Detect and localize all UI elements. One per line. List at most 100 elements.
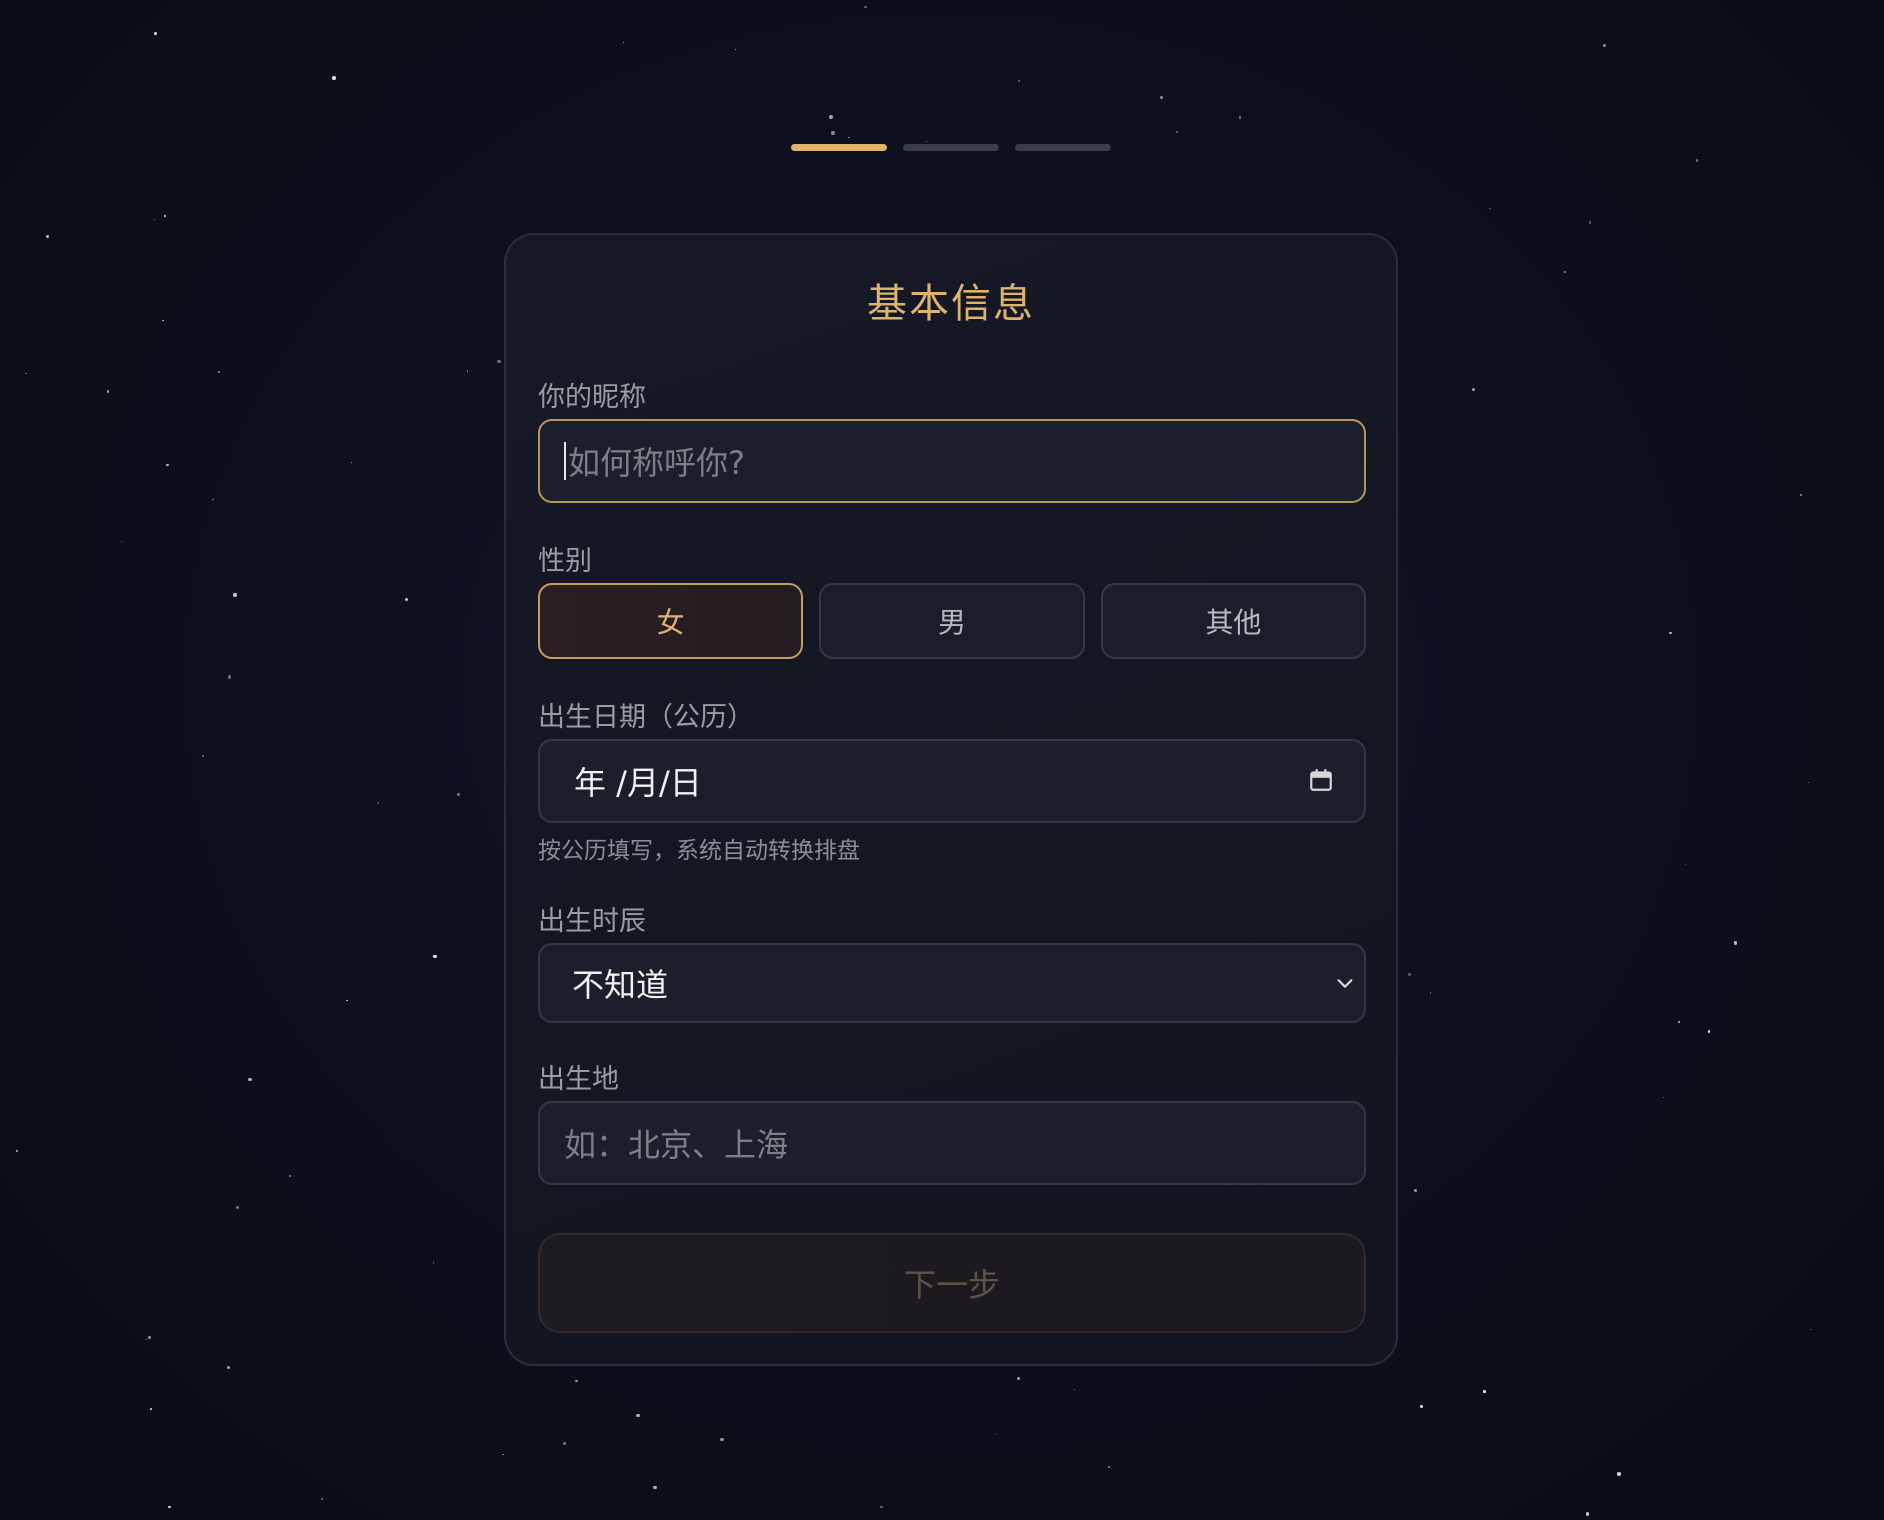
star <box>1707 1030 1711 1033</box>
calendar-icon[interactable] <box>1308 767 1334 793</box>
star <box>106 390 110 393</box>
star <box>1588 221 1592 224</box>
star <box>168 1505 171 1509</box>
birth-hour-value: 不知道 <box>572 966 669 1004</box>
star <box>467 370 469 372</box>
star <box>25 372 27 375</box>
text-caret <box>564 442 566 480</box>
star <box>457 793 460 797</box>
star <box>120 540 123 543</box>
star <box>848 137 850 139</box>
star <box>1733 941 1738 945</box>
star <box>1603 44 1607 47</box>
star <box>1489 207 1491 210</box>
next-step-button[interactable]: 下一步 <box>538 1233 1366 1333</box>
star <box>1414 1189 1417 1192</box>
star <box>1159 95 1163 99</box>
star <box>863 5 867 9</box>
star <box>653 1485 657 1490</box>
card-title: 基本信息 <box>867 281 1035 327</box>
star <box>1238 116 1242 119</box>
star <box>636 1414 640 1418</box>
star <box>15 1149 19 1152</box>
star <box>925 141 927 143</box>
birth-hour-label: 出生时辰 <box>538 906 646 937</box>
star <box>164 215 167 218</box>
birth-place-input[interactable]: 如：北京、上海 <box>538 1101 1366 1185</box>
star <box>289 1174 292 1177</box>
star <box>377 802 379 805</box>
birth-place-label: 出生地 <box>538 1064 619 1095</box>
star <box>1017 1377 1020 1380</box>
gender-selector: 女 男 其他 <box>538 583 1366 659</box>
star <box>248 1077 253 1082</box>
star <box>1564 271 1567 274</box>
star <box>1420 1405 1423 1408</box>
star <box>166 463 169 467</box>
star <box>235 1205 240 1210</box>
star <box>145 1339 147 1341</box>
star <box>1108 1466 1111 1469</box>
star <box>1669 631 1672 635</box>
star <box>148 1335 151 1339</box>
gender-label: 性别 <box>538 546 592 577</box>
chevron-down-icon <box>1337 979 1353 988</box>
step-progress <box>791 144 1111 151</box>
star <box>432 1262 435 1264</box>
gender-option-male[interactable]: 男 <box>819 583 1085 659</box>
star <box>720 1437 724 1442</box>
gender-option-female[interactable]: 女 <box>538 583 804 659</box>
star <box>1408 973 1411 976</box>
star <box>150 1407 152 1410</box>
star <box>502 1453 504 1455</box>
star <box>1696 159 1699 162</box>
star <box>217 370 220 374</box>
star <box>831 131 835 135</box>
star <box>1483 1390 1486 1394</box>
star <box>1585 1512 1590 1516</box>
star <box>405 598 409 602</box>
star <box>1662 1097 1664 1099</box>
star <box>227 675 232 680</box>
star <box>994 1433 997 1435</box>
star <box>879 1505 883 1509</box>
star <box>1617 1471 1621 1476</box>
progress-step-3 <box>1015 144 1111 151</box>
star <box>233 593 237 597</box>
star <box>622 41 624 43</box>
star <box>1175 131 1178 134</box>
star <box>201 754 205 757</box>
progress-step-1 <box>791 144 887 151</box>
star <box>1018 79 1021 83</box>
birth-hour-select[interactable]: 不知道 <box>538 943 1366 1023</box>
star <box>575 1379 579 1383</box>
star <box>153 218 156 221</box>
nickname-input[interactable]: 如何称呼你? <box>538 419 1366 503</box>
nickname-placeholder: 如何称呼你? <box>568 444 745 482</box>
star <box>734 48 737 50</box>
star <box>351 462 353 464</box>
star <box>162 319 164 322</box>
star <box>212 498 214 501</box>
star <box>154 31 157 35</box>
star <box>331 76 336 80</box>
gender-option-other[interactable]: 其他 <box>1100 583 1366 659</box>
star <box>433 954 437 959</box>
star <box>226 1366 230 1370</box>
star <box>1799 493 1802 497</box>
nickname-label: 你的昵称 <box>538 382 646 413</box>
progress-step-2 <box>903 144 999 151</box>
star <box>1678 1021 1681 1024</box>
basic-info-card: 基本信息 你的昵称 如何称呼你? 性别 女 男 其他 出生日期（公历） 年 /月… <box>504 233 1398 1366</box>
star <box>562 1442 566 1446</box>
birth-date-label: 出生日期（公历） <box>538 702 754 733</box>
star <box>346 999 349 1002</box>
birth-date-value: 年 /月/日 <box>574 764 702 802</box>
star <box>321 1498 324 1501</box>
birth-date-input[interactable]: 年 /月/日 <box>538 739 1366 823</box>
star <box>497 359 501 363</box>
star <box>1074 1388 1076 1390</box>
birth-date-hint: 按公历填写，系统自动转换排盘 <box>538 838 860 864</box>
star <box>45 234 50 238</box>
birth-place-placeholder: 如：北京、上海 <box>564 1126 789 1164</box>
